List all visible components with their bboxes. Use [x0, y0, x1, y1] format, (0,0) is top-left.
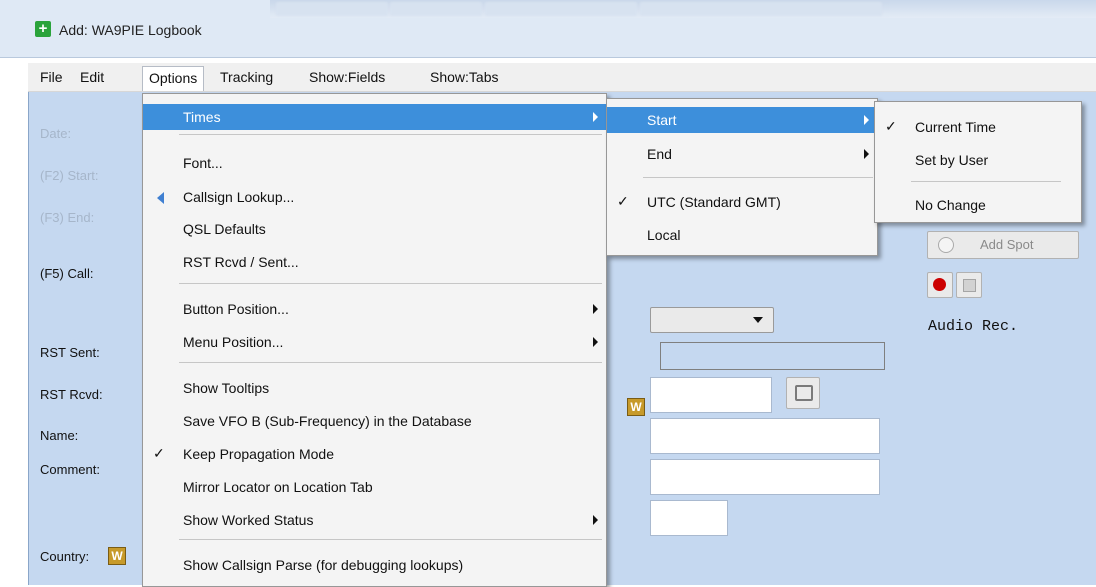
name-label: Name: — [40, 428, 79, 443]
menu-item-rst[interactable]: RST Rcvd / Sent... — [143, 249, 606, 275]
plus-circle-icon — [938, 237, 954, 253]
frame-border — [28, 92, 29, 585]
menu-item-local[interactable]: Local — [607, 222, 877, 248]
name-input[interactable] — [650, 418, 880, 454]
comment-input[interactable] — [650, 459, 880, 495]
submenu-arrow-icon — [593, 112, 598, 122]
start-label: (F2) Start: — [40, 168, 99, 183]
times-submenu: Start End ✓ UTC (Standard GMT) Local — [606, 98, 878, 256]
rst-sent-label: RST Sent: — [40, 345, 100, 360]
menu-item-show-callsign-parse[interactable]: Show Callsign Parse (for debugging looku… — [143, 552, 606, 578]
menu-item-start[interactable]: Start — [607, 107, 877, 133]
lookup-button[interactable] — [786, 377, 820, 409]
add-spot-button[interactable]: Add Spot — [927, 231, 1079, 259]
add-spot-label: Add Spot — [980, 237, 1034, 252]
end-label: (F3) End: — [40, 210, 95, 225]
options-menu: Times Font... Callsign Lookup... QSL Def… — [142, 93, 607, 587]
menu-item-mirror-locator[interactable]: Mirror Locator on Location Tab — [143, 474, 606, 500]
background-tab — [390, 2, 482, 16]
separator — [179, 134, 602, 135]
mode-dropdown[interactable] — [650, 307, 774, 333]
call-label: (F5) Call: — [40, 266, 94, 281]
menu-item-show-tooltips[interactable]: Show Tooltips — [143, 375, 606, 401]
menu-item-menu-position[interactable]: Menu Position... — [143, 329, 606, 355]
menu-edit[interactable]: Edit — [74, 67, 110, 87]
separator — [179, 283, 602, 284]
separator — [911, 181, 1061, 182]
menu-item-keep-propagation[interactable]: ✓ Keep Propagation Mode — [143, 441, 606, 467]
menubar: File Edit Options Tracking Show:Fields S… — [28, 63, 1096, 92]
background-tab — [276, 2, 388, 16]
separator — [179, 362, 602, 363]
menu-file[interactable]: File — [34, 67, 69, 87]
record-icon — [933, 278, 946, 291]
checkmark-icon: ✓ — [153, 445, 165, 461]
submenu-arrow-icon — [593, 337, 598, 347]
separator — [179, 539, 602, 540]
rst-rcvd-label: RST Rcvd: — [40, 387, 103, 402]
country-lookup-icon[interactable]: W — [108, 547, 126, 565]
stop-icon — [963, 279, 976, 292]
readonly-field — [660, 342, 885, 370]
menu-item-button-position[interactable]: Button Position... — [143, 296, 606, 322]
menu-item-set-by-user[interactable]: Set by User — [875, 147, 1081, 173]
app-plus-icon: + — [35, 21, 51, 37]
menu-item-utc[interactable]: ✓ UTC (Standard GMT) — [607, 189, 877, 215]
country-label: Country: — [40, 549, 90, 564]
background-taskbar — [270, 0, 1096, 18]
chevron-down-icon — [753, 317, 763, 323]
submenu-arrow-icon — [864, 115, 869, 125]
left-arrow-icon — [157, 192, 164, 204]
checkmark-icon: ✓ — [885, 118, 897, 134]
menu-options[interactable]: Options — [142, 66, 205, 91]
lookup-w-icon[interactable]: W — [627, 398, 645, 416]
menu-item-show-worked-status[interactable]: Show Worked Status — [143, 507, 606, 533]
stop-button[interactable] — [956, 272, 982, 298]
menu-item-font[interactable]: Font... — [143, 150, 606, 176]
menu-item-callsign-lookup[interactable]: Callsign Lookup... — [143, 184, 606, 210]
menu-item-times[interactable]: Times — [143, 104, 606, 130]
rst-rcvd-input[interactable] — [650, 377, 772, 413]
menu-show-tabs[interactable]: Show:Tabs — [424, 67, 504, 87]
record-button[interactable] — [927, 272, 953, 298]
checkmark-icon: ✓ — [617, 193, 629, 209]
menu-item-end[interactable]: End — [607, 141, 877, 167]
menu-item-no-change[interactable]: No Change — [875, 192, 1081, 218]
menu-item-save-vfo-b[interactable]: Save VFO B (Sub-Frequency) in the Databa… — [143, 408, 606, 434]
background-tab — [485, 2, 637, 16]
submenu-arrow-icon — [593, 304, 598, 314]
submenu-arrow-icon — [864, 149, 869, 159]
start-submenu: ✓ Current Time Set by User No Change — [874, 101, 1082, 223]
menu-item-qsl-defaults[interactable]: QSL Defaults — [143, 216, 606, 242]
extra-input[interactable] — [650, 500, 728, 536]
separator — [643, 177, 873, 178]
date-label: Date: — [40, 126, 72, 141]
comment-label: Comment: — [40, 462, 100, 477]
menu-show-fields[interactable]: Show:Fields — [303, 67, 391, 87]
menu-tracking[interactable]: Tracking — [214, 67, 279, 87]
submenu-arrow-icon — [593, 515, 598, 525]
menu-item-current-time[interactable]: ✓ Current Time — [875, 114, 1081, 140]
window-title: Add: WA9PIE Logbook — [59, 22, 202, 38]
search-folder-icon — [795, 385, 813, 401]
audio-rec-label: Audio Rec. — [928, 318, 1019, 335]
background-tab — [640, 2, 882, 16]
